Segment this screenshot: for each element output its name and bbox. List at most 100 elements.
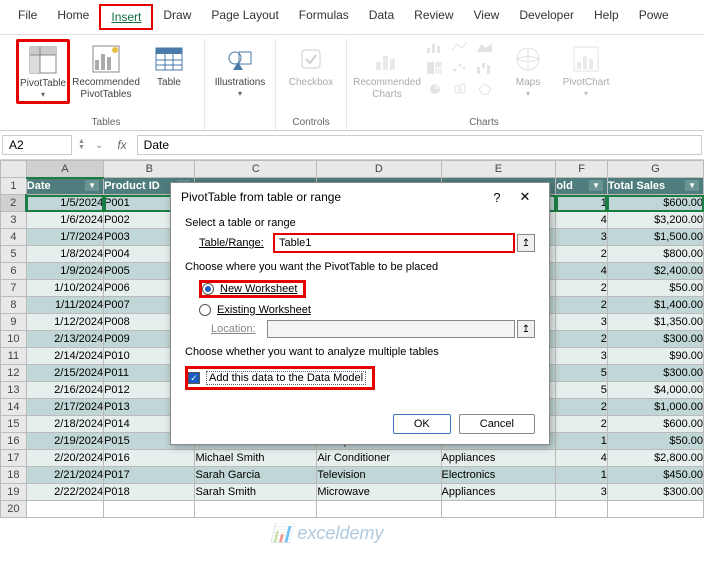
cell[interactable]: P016 (104, 450, 195, 467)
select-all-corner[interactable] (1, 161, 27, 178)
dialog-titlebar[interactable]: PivotTable from table or range ? ✕ (171, 183, 549, 211)
menu-help[interactable]: Help (584, 4, 629, 30)
cell[interactable]: 2/21/2024 (26, 467, 103, 484)
new-worksheet-radio[interactable]: New Worksheet (199, 280, 306, 298)
cancel-button[interactable]: Cancel (459, 414, 535, 434)
collapse-location-button[interactable]: ↥ (517, 320, 535, 338)
cell[interactable]: 2 (556, 416, 608, 433)
formula-input[interactable] (137, 135, 702, 155)
table-header-G[interactable]: Total Sales (607, 178, 703, 195)
cell[interactable]: 3 (556, 348, 608, 365)
cell[interactable]: 2 (556, 246, 608, 263)
menu-data[interactable]: Data (359, 4, 404, 30)
cell[interactable]: $3,200.00 (607, 212, 703, 229)
col-header-D[interactable]: D (317, 161, 441, 178)
cell[interactable]: Appliances (441, 450, 556, 467)
cell[interactable]: 2/13/2024 (26, 331, 103, 348)
cell[interactable]: Microwave (317, 484, 441, 501)
cell[interactable]: 2/20/2024 (26, 450, 103, 467)
cell[interactable]: 4 (556, 212, 608, 229)
cell[interactable]: 1 (556, 467, 608, 484)
cell[interactable]: 2/17/2024 (26, 399, 103, 416)
row-header-5[interactable]: 5 (1, 246, 27, 263)
col-header-G[interactable]: G (607, 161, 703, 178)
row-header-13[interactable]: 13 (1, 382, 27, 399)
row-header-2[interactable]: 2 (1, 195, 27, 212)
cell[interactable]: 5 (556, 382, 608, 399)
fx-icon[interactable]: fx (111, 138, 132, 152)
cell[interactable]: 2 (556, 297, 608, 314)
table-header-F[interactable]: old (556, 178, 608, 195)
cell[interactable]: 1/8/2024 (26, 246, 103, 263)
col-header-C[interactable]: C (195, 161, 317, 178)
cell[interactable]: 1/9/2024 (26, 263, 103, 280)
cell[interactable]: 1 (556, 433, 608, 450)
name-box[interactable] (2, 135, 72, 155)
col-header-F[interactable]: F (556, 161, 608, 178)
row-header-18[interactable]: 18 (1, 467, 27, 484)
name-box-dropdown[interactable]: ⌄ (91, 140, 107, 151)
table-button[interactable]: Table (142, 39, 196, 93)
row-header-1[interactable]: 1 (1, 178, 27, 195)
cell[interactable] (26, 501, 103, 518)
row-header-4[interactable]: 4 (1, 229, 27, 246)
row-header-6[interactable]: 6 (1, 263, 27, 280)
close-button[interactable]: ✕ (511, 189, 539, 205)
cell[interactable]: 1/5/2024 (26, 195, 103, 212)
row-header-9[interactable]: 9 (1, 314, 27, 331)
row-header-19[interactable]: 19 (1, 484, 27, 501)
cell[interactable]: Air Conditioner (317, 450, 441, 467)
row-header-12[interactable]: 12 (1, 365, 27, 382)
cell[interactable]: 2/22/2024 (26, 484, 103, 501)
cell[interactable]: $2,800.00 (607, 450, 703, 467)
cell[interactable]: $90.00 (607, 348, 703, 365)
cell[interactable]: Television (317, 467, 441, 484)
cell[interactable]: $800.00 (607, 246, 703, 263)
cell[interactable]: $600.00 (607, 195, 703, 212)
cell[interactable]: Appliances (441, 484, 556, 501)
existing-worksheet-radio[interactable]: Existing Worksheet (199, 304, 535, 316)
row-header-11[interactable]: 11 (1, 348, 27, 365)
cell[interactable]: $1,400.00 (607, 297, 703, 314)
table-header-A[interactable]: Date (26, 178, 103, 195)
cell[interactable]: 3 (556, 314, 608, 331)
collapse-range-button[interactable]: ↥ (517, 234, 535, 252)
cell[interactable]: $4,000.00 (607, 382, 703, 399)
row-header-8[interactable]: 8 (1, 297, 27, 314)
cell[interactable]: 1/6/2024 (26, 212, 103, 229)
cell[interactable]: $50.00 (607, 280, 703, 297)
menu-page-layout[interactable]: Page Layout (201, 4, 288, 30)
cell[interactable] (607, 501, 703, 518)
cell[interactable] (441, 501, 556, 518)
row-header-16[interactable]: 16 (1, 433, 27, 450)
cell[interactable]: 1/11/2024 (26, 297, 103, 314)
cell[interactable]: 5 (556, 365, 608, 382)
col-header-B[interactable]: B (104, 161, 195, 178)
cell[interactable]: $1,000.00 (607, 399, 703, 416)
row-header-17[interactable]: 17 (1, 450, 27, 467)
cell[interactable]: $1,500.00 (607, 229, 703, 246)
cell[interactable]: P017 (104, 467, 195, 484)
cell[interactable]: 3 (556, 229, 608, 246)
cell[interactable] (104, 501, 195, 518)
pivottable-button[interactable]: PivotTable ▾ (16, 39, 70, 104)
help-button[interactable]: ? (483, 190, 511, 205)
cell[interactable]: Michael Smith (195, 450, 317, 467)
cell[interactable]: 2 (556, 399, 608, 416)
cell[interactable]: Electronics (441, 467, 556, 484)
col-header-E[interactable]: E (441, 161, 556, 178)
cell[interactable]: 4 (556, 450, 608, 467)
cell[interactable]: 1/7/2024 (26, 229, 103, 246)
cell[interactable]: $1,350.00 (607, 314, 703, 331)
recommended-pivottables-button[interactable]: Recommended PivotTables (74, 39, 138, 105)
row-header-7[interactable]: 7 (1, 280, 27, 297)
menu-home[interactable]: Home (47, 4, 99, 30)
table-range-input[interactable] (273, 233, 515, 253)
row-header-20[interactable]: 20 (1, 501, 27, 518)
data-model-checkbox[interactable]: ✓ Add this data to the Data Model (185, 366, 375, 390)
illustrations-button[interactable]: Illustrations ▾ (213, 39, 267, 102)
cell[interactable]: $600.00 (607, 416, 703, 433)
menu-powe[interactable]: Powe (629, 4, 679, 30)
row-header-15[interactable]: 15 (1, 416, 27, 433)
cell[interactable]: Sarah Garcia (195, 467, 317, 484)
